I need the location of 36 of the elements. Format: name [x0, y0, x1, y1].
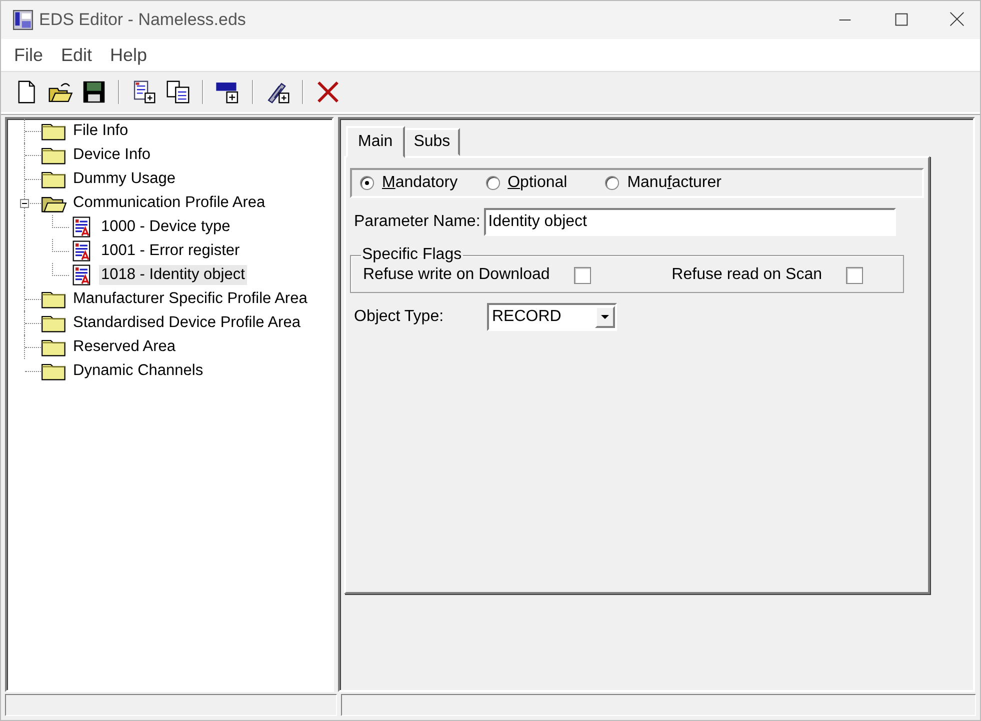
app-icon [13, 10, 33, 30]
tree-item[interactable]: Standardised Device Profile Area [71, 313, 302, 333]
tree-item[interactable]: File Info [71, 121, 130, 141]
field-label: Object Type: [354, 308, 445, 326]
parameter-name-field[interactable]: Identity object [484, 208, 896, 236]
tab[interactable]: Main [346, 126, 405, 158]
window-title: EDS Editor - Nameless.eds [39, 10, 247, 30]
tree-item[interactable]: 1001 - Error register [99, 241, 242, 261]
tree-item[interactable]: Dummy Usage [71, 169, 178, 189]
tree-item[interactable]: Manufacturer Specific Profile Area [71, 289, 310, 309]
radio-option[interactable]: Mandatory [360, 174, 458, 192]
checkbox[interactable] [846, 266, 863, 284]
copy-icon[interactable] [165, 79, 191, 105]
dropdown-arrow-icon [600, 314, 610, 320]
radio-option[interactable]: Manufacturer [605, 174, 722, 192]
tree-item[interactable]: Device Info [71, 145, 153, 165]
collapse-icon[interactable] [20, 199, 29, 208]
checkbox-label: Refuse write on Download [363, 266, 550, 284]
tree-item[interactable]: Dynamic Channels [71, 361, 206, 381]
tree-item[interactable]: Communication Profile Area [71, 193, 268, 213]
menu-item[interactable]: Help [101, 44, 156, 66]
menu-item[interactable]: Edit [52, 44, 102, 66]
object-type-dropdown[interactable]: RECORD [487, 303, 617, 331]
delete-icon[interactable] [315, 79, 341, 105]
tree-item[interactable]: Reserved Area [71, 337, 178, 357]
add-document-icon[interactable] [131, 79, 157, 105]
radio-option[interactable]: Optional [486, 174, 568, 192]
field-label: Parameter Name: [354, 213, 480, 231]
tab[interactable]: Subs [404, 128, 460, 156]
menu-item[interactable]: File [5, 44, 52, 66]
checkbox-label: Refuse read on Scan [672, 266, 822, 284]
tree-item[interactable]: 1000 - Device type [99, 217, 232, 237]
group-title: Specific Flags [361, 246, 463, 264]
checkbox[interactable] [574, 266, 591, 284]
tree-item[interactable]: 1018 - Identity object [99, 265, 247, 285]
save-icon[interactable] [81, 79, 107, 105]
